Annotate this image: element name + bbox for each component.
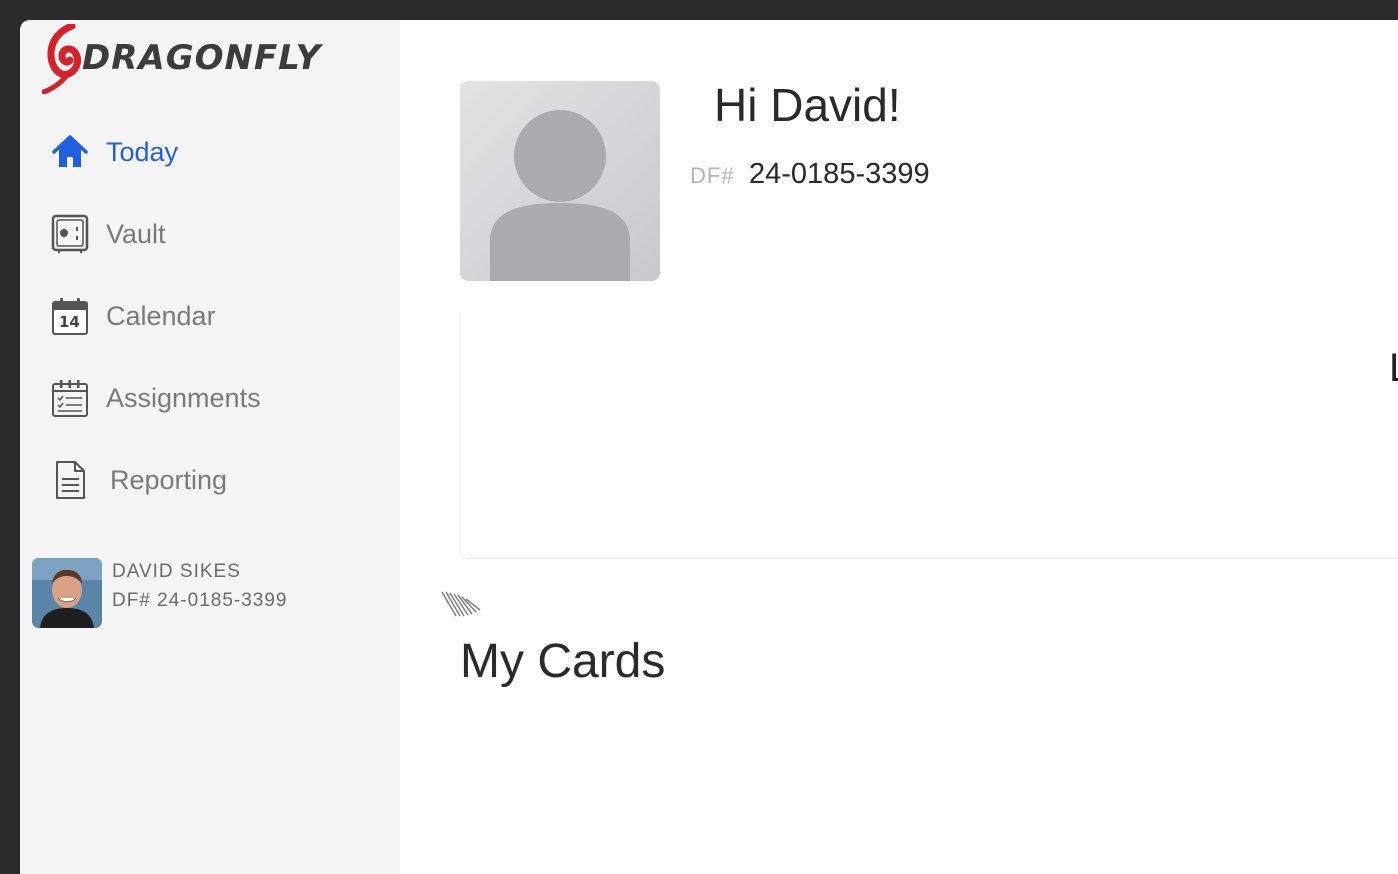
sidebar-item-assignments[interactable]: Assignments (50, 373, 380, 423)
drag-cursor-icon (440, 590, 484, 620)
df-number-value: 24-0185-3399 (749, 158, 930, 190)
sidebar-item-label: Reporting (110, 464, 228, 495)
avatar (32, 558, 102, 628)
sidebar: DRAGONFLY Today Vault 14 Calendar Assign… (20, 20, 400, 874)
person-placeholder-icon (490, 110, 630, 281)
sidebar-item-label: Today (106, 136, 179, 167)
home-icon (50, 132, 90, 172)
profile-photo-placeholder[interactable] (460, 81, 660, 281)
sidebar-item-calendar[interactable]: 14 Calendar (50, 291, 380, 341)
vault-icon (50, 214, 90, 254)
sidebar-item-label: Assignments (106, 382, 261, 413)
calendar-icon: 14 (50, 296, 90, 336)
calendar-icon-day: 14 (59, 313, 80, 331)
dragonfly-logo-mark-icon (42, 24, 82, 94)
user-df-number: DF# 24-0185-3399 (112, 590, 288, 611)
sidebar-item-vault[interactable]: Vault (50, 209, 380, 259)
my-cards-heading: My Cards (460, 635, 666, 688)
greeting-heading: Hi David! (714, 79, 901, 131)
app-window: DRAGONFLY Today Vault 14 Calendar Assign… (20, 20, 1398, 874)
main-content: Hi David! DF# 24-0185-3399 L My Car (400, 20, 1398, 874)
panel-clipped-text: L (1389, 346, 1398, 391)
logo-wordmark: DRAGONFLY (82, 38, 322, 78)
user-name: DAVID SIKES (112, 561, 241, 582)
sidebar-item-label: Calendar (106, 300, 216, 331)
sidebar-item-reporting[interactable]: Reporting (50, 455, 380, 505)
sidebar-item-today[interactable]: Today (50, 127, 380, 177)
df-number-row: DF# 24-0185-3399 (690, 158, 930, 191)
dragonfly-logo[interactable]: DRAGONFLY (42, 24, 382, 94)
sidebar-user-card[interactable]: DAVID SIKES DF# 24-0185-3399 (32, 558, 392, 628)
info-panel: L (460, 316, 1398, 559)
document-icon (50, 460, 90, 500)
df-prefix-label: DF# (690, 163, 735, 188)
assignments-icon (50, 378, 90, 418)
sidebar-item-label: Vault (106, 218, 166, 249)
